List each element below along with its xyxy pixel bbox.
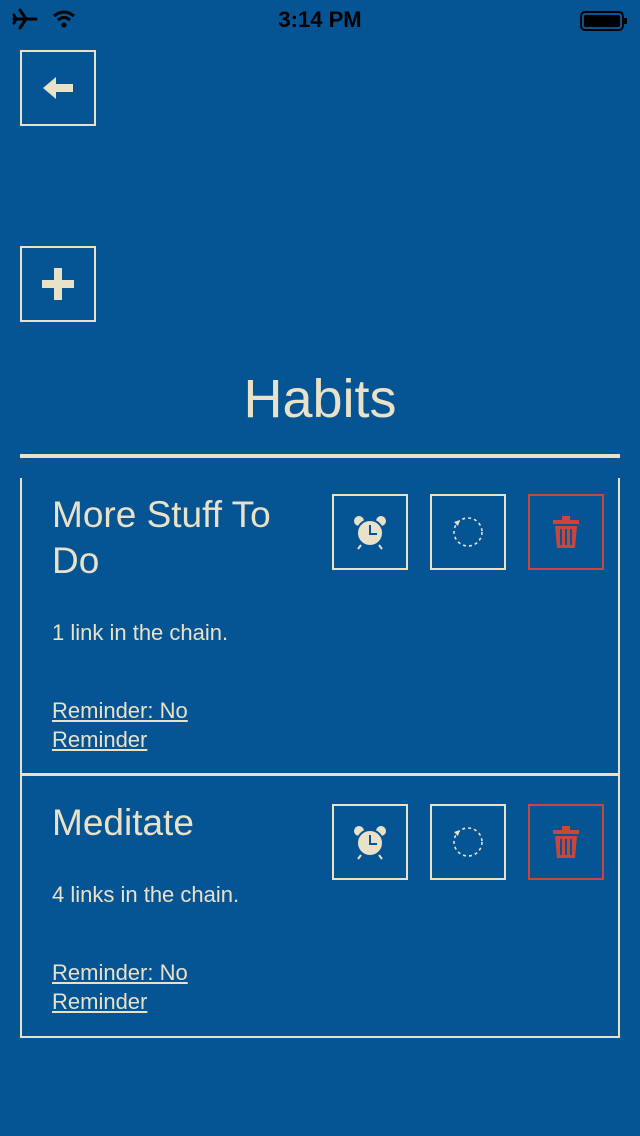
reminder-button[interactable]: [332, 804, 408, 880]
habit-card: Meditate 4 links in the chain. Reminder:…: [20, 776, 620, 1038]
reminder-link[interactable]: Reminder: No Reminder: [52, 696, 242, 754]
battery-icon: [580, 11, 627, 31]
trash-icon: [553, 516, 579, 548]
reset-icon: [453, 517, 483, 547]
delete-button[interactable]: [528, 804, 604, 880]
reset-button[interactable]: [430, 804, 506, 880]
alarm-clock-icon: [354, 516, 386, 550]
add-habit-button[interactable]: [20, 246, 96, 322]
title-divider: [20, 454, 620, 458]
reset-icon: [453, 827, 483, 857]
habit-name: Meditate: [52, 802, 194, 843]
habit-card: More Stuff To Do 1 link in the chain. Re…: [20, 478, 620, 774]
delete-button[interactable]: [528, 494, 604, 570]
reset-button[interactable]: [430, 494, 506, 570]
habit-name: More Stuff To Do: [52, 494, 271, 581]
habit-count: 1 link in the chain.: [52, 620, 229, 645]
page-title: Habits: [243, 369, 397, 429]
back-button[interactable]: [20, 50, 96, 126]
status-time: 3:14 PM: [278, 7, 362, 32]
reminder-button[interactable]: [332, 494, 408, 570]
alarm-clock-icon: [354, 826, 386, 860]
status-bar: 3:14 PM: [0, 0, 640, 40]
reminder-link[interactable]: Reminder: No Reminder: [52, 958, 242, 1016]
plus-icon: [42, 268, 74, 300]
trash-icon: [553, 826, 579, 858]
arrow-left-icon: [43, 77, 73, 99]
habit-count: 4 links in the chain.: [52, 882, 240, 907]
